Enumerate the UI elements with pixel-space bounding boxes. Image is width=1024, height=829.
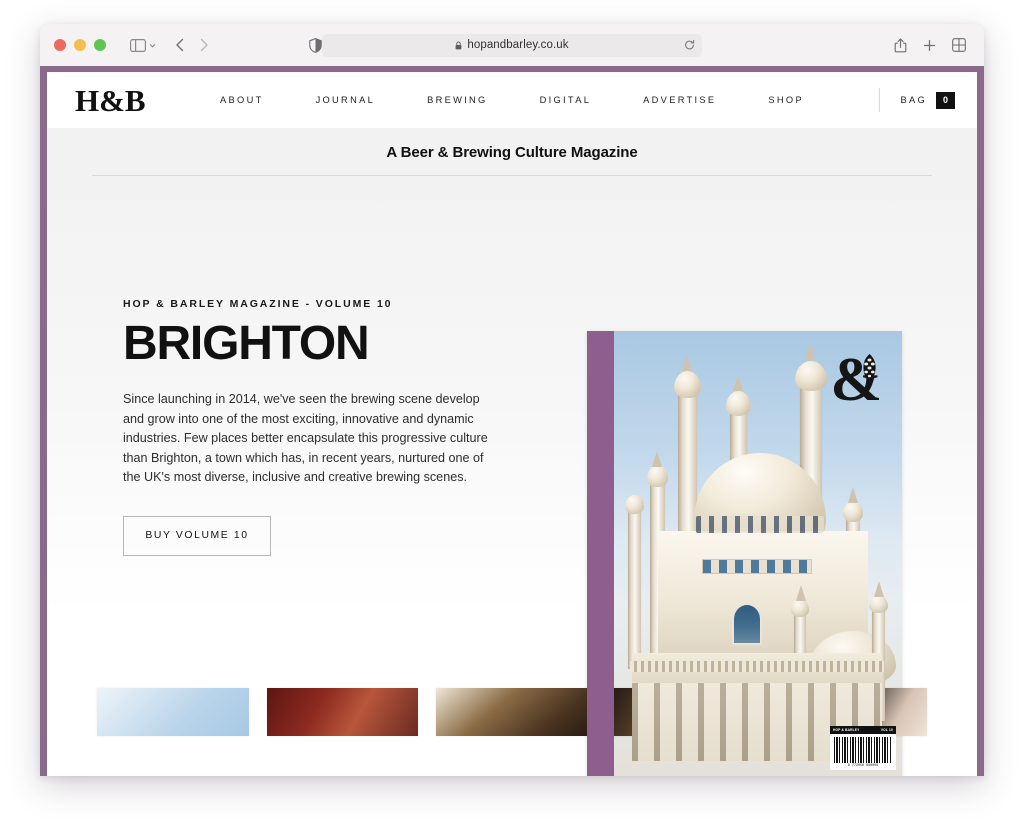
pavilion-dome-band [696,516,824,533]
barcode-number: 9 772050 990009 [847,764,879,768]
minaret-cap-4 [795,361,827,391]
pavilion-balustrade [630,661,884,672]
nav-item-journal[interactable]: JOURNAL [290,95,402,105]
forward-arrow-icon[interactable] [199,38,209,52]
plus-icon[interactable] [923,39,936,52]
tab-overview-icon[interactable] [952,38,966,52]
minaret-cap-3 [726,391,751,416]
cover-photo: & HOP & BARLEY VOL 10 9 772050 990009 [614,331,902,776]
web-page: H&B ABOUT JOURNAL BREWING DIGITAL ADVERT… [47,72,977,776]
sidebar-icon[interactable] [130,38,146,52]
spire-1 [652,451,662,467]
barcode-title: HOP & BARLEY [833,728,860,732]
hero-eyebrow: HOP & BARLEY MAGAZINE - VOLUME 10 [123,298,393,310]
chevron-down-icon[interactable] [148,41,157,50]
maximize-window-button[interactable] [94,39,106,51]
thumbnail-bar-interior[interactable] [436,688,588,736]
minaret-cap-1 [647,465,668,487]
nav-item-advertise[interactable]: ADVERTISE [617,95,742,105]
minaret-cap-2 [674,371,701,398]
bag-label: BAG [900,95,927,105]
barcode-header: HOP & BARLEY VOL 10 [830,726,896,734]
magazine-cover[interactable]: & HOP & BARLEY VOL 10 9 772050 990009 [587,331,902,776]
lock-icon [455,41,462,50]
spire-4 [805,343,815,359]
site-header: H&B ABOUT JOURNAL BREWING DIGITAL ADVERT… [47,72,977,128]
cover-spine [587,331,614,776]
pavilion-tile-panel [702,559,812,574]
close-window-button[interactable] [54,39,66,51]
bag-count-badge: 0 [936,91,955,109]
thumbnail-portrait-red[interactable] [266,688,419,736]
nav-item-shop[interactable]: SHOP [742,95,830,105]
tagline-band: A Beer & Brewing Culture Magazine [47,128,977,176]
hero-text-block: HOP & BARLEY MAGAZINE - VOLUME 10 BRIGHT… [123,298,503,556]
page-frame: H&B ABOUT JOURNAL BREWING DIGITAL ADVERT… [40,66,984,776]
minaret-cap-6 [843,501,863,522]
hop-cone-icon [863,354,876,382]
bag-button[interactable]: BAG 0 [879,88,955,112]
page-title: BRIGHTON [123,317,370,370]
minaret-5 [628,509,641,669]
nav-item-about[interactable]: ABOUT [194,95,290,105]
minimize-window-button[interactable] [74,39,86,51]
spire-2 [682,355,692,371]
spire-6 [848,487,858,503]
site-tagline: A Beer & Brewing Culture Magazine [386,144,638,161]
privacy-shield-icon[interactable] [309,37,322,53]
hero-section: HOP & BARLEY MAGAZINE - VOLUME 10 BRIGHT… [47,176,977,776]
url-text: hopandbarley.co.uk [467,39,569,51]
back-arrow-icon[interactable] [175,38,185,52]
share-icon[interactable] [894,37,907,53]
buy-volume-button[interactable]: BUY VOLUME 10 [123,515,271,556]
nav-item-brewing[interactable]: BREWING [401,95,514,105]
spire-3 [733,375,743,391]
reload-icon[interactable] [684,39,695,51]
address-bar[interactable]: hopandbarley.co.uk [322,33,702,57]
cover-barcode: HOP & BARLEY VOL 10 9 772050 990009 [830,726,896,770]
hero-body-text: Since launching in 2014, we've seen the … [123,392,488,485]
minaret-cap-5 [625,495,644,514]
browser-toolbar: hopandbarley.co.uk [40,24,984,66]
nav-item-digital[interactable]: DIGITAL [514,95,618,105]
browser-window: hopandbarley.co.uk H&B ABOUT JOURNAL BRE… [40,24,984,776]
thumbnail-sky[interactable] [97,688,249,736]
main-navigation: ABOUT JOURNAL BREWING DIGITAL ADVERTISE … [47,95,977,105]
barcode-volume: VOL 10 [880,728,893,732]
barcode-lines [834,737,892,763]
pavilion-arched-window [732,603,762,645]
window-controls[interactable] [54,39,106,51]
